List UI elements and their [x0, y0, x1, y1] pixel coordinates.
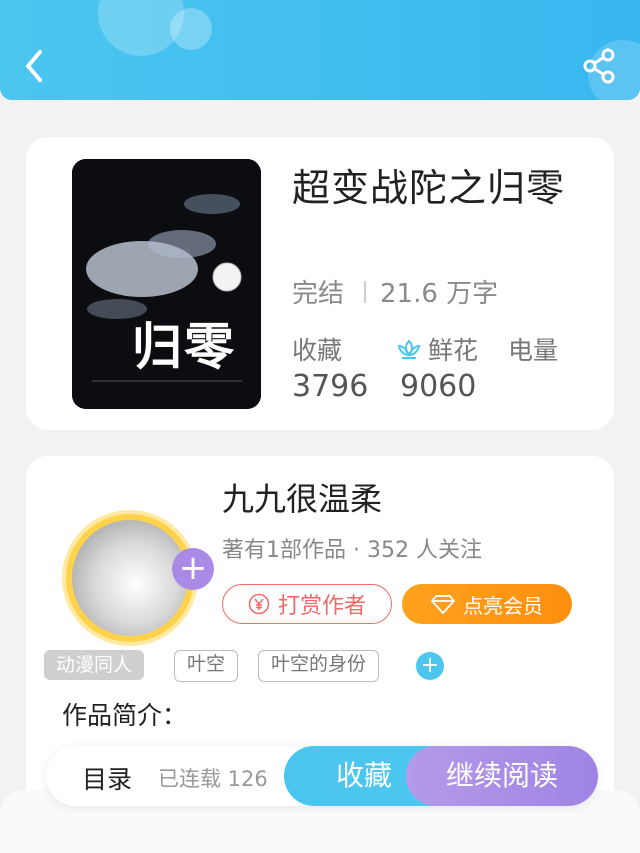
stat-value-favorites: 3796	[292, 369, 369, 404]
word-count: 21.6 万字	[380, 279, 499, 309]
tag-category[interactable]: 动漫同人	[44, 650, 145, 680]
reward-author-button[interactable]: 打赏作者	[222, 584, 392, 624]
back-icon[interactable]	[18, 46, 52, 86]
activate-vip-button[interactable]: 点亮会员	[402, 584, 572, 624]
stat-value-flowers: 9060	[400, 369, 477, 404]
stat-label-flowers-text: 鲜花	[428, 336, 479, 365]
add-tag-button[interactable]: +	[416, 652, 444, 680]
diamond-icon	[431, 595, 455, 614]
book-title: 超变战陀之归零	[292, 166, 566, 210]
follow-author-button[interactable]: +	[172, 548, 214, 590]
yen-coin-icon	[248, 593, 270, 615]
activate-vip-label: 点亮会员	[463, 593, 543, 618]
author-meta: 著有1部作品 · 352 人关注	[222, 538, 482, 563]
table-of-contents-button[interactable]: 目录	[82, 760, 132, 796]
book-status: 完结	[292, 279, 345, 309]
share-icon[interactable]	[582, 48, 616, 84]
top-app-bar	[0, 0, 640, 100]
author-avatar-wrap[interactable]: +	[56, 502, 214, 642]
author-name[interactable]: 九九很温柔	[222, 474, 382, 520]
book-status-row: 完结 21.6 万字	[292, 273, 498, 310]
book-info-card: 归零 超变战陀之归零 完结 21.6 万字 收藏 鲜花 电量 3796 9060	[26, 137, 614, 430]
lotus-flower-icon	[397, 339, 421, 359]
cover-title-text: 归零	[132, 317, 236, 376]
serial-progress: 已连载 126	[158, 767, 268, 791]
collect-label: 收藏	[335, 759, 392, 792]
tag-topic[interactable]: 叶空的身份	[258, 650, 380, 682]
tag-character[interactable]: 叶空	[174, 650, 239, 682]
bottom-action-bar: 目录 已连载 126 收藏 继续阅读	[46, 746, 598, 806]
stat-label-flowers: 鲜花	[396, 331, 478, 367]
intro-heading: 作品简介：	[62, 701, 188, 730]
book-cover[interactable]: 归零	[72, 159, 261, 409]
reward-author-label: 打赏作者	[277, 594, 366, 619]
divider	[364, 280, 367, 303]
continue-reading-button[interactable]: 继续阅读	[406, 746, 598, 806]
stat-label-power: 电量	[508, 336, 559, 365]
stat-label-favorites: 收藏	[292, 336, 343, 365]
decorative-bubble	[170, 8, 212, 50]
